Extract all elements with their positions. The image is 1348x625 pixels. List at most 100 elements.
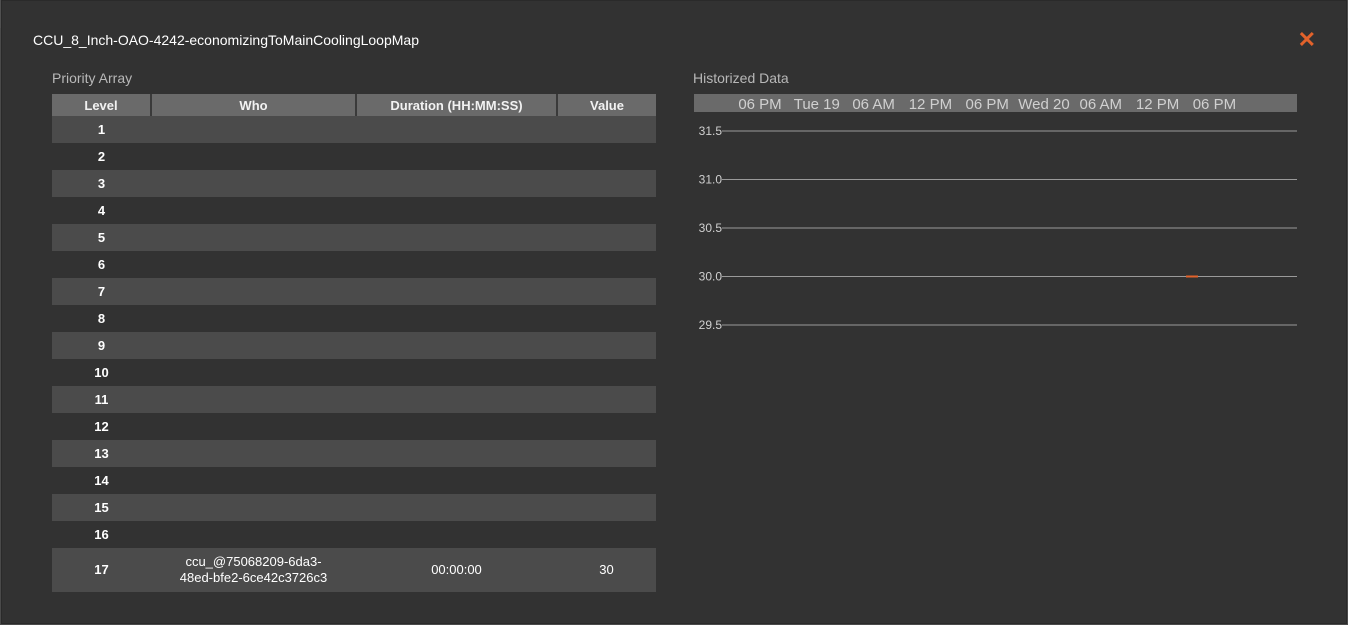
table-row: 8: [52, 305, 656, 332]
who-cell: ccu_@75068209-6da3-48ed-bfe2-6ce42c3726c…: [151, 548, 356, 592]
table-row: 1: [52, 116, 656, 143]
y-tick-label: 31.0: [699, 173, 723, 187]
level-cell: 12: [94, 419, 109, 434]
level-cell: 13: [52, 440, 151, 467]
close-icon[interactable]: ✕: [1298, 29, 1316, 51]
level-cell: 5: [52, 224, 151, 251]
duration-cell: [356, 332, 557, 359]
who-cell: [151, 386, 356, 413]
level-cell: 4: [97, 203, 106, 218]
x-tick-label: 06 PM: [738, 96, 781, 113]
historized-data-modal: CCU_8_Inch-OAO-4242-economizingToMainCoo…: [1, 0, 1347, 624]
table-row: 3: [52, 170, 656, 197]
table-row: 15: [52, 494, 656, 521]
who-cell: [151, 143, 356, 170]
duration-cell: [356, 413, 557, 440]
historized-data-heading: Historized Data: [693, 70, 789, 86]
table-row: 11: [52, 386, 656, 413]
x-tick-label: Tue 19: [794, 96, 840, 113]
who-cell: [151, 332, 356, 359]
level-cell: 1: [52, 116, 151, 143]
who-cell: [151, 413, 356, 440]
table-row: 12: [52, 413, 656, 440]
who-cell: [151, 440, 356, 467]
level-cell: 11: [52, 386, 151, 413]
value-cell: [557, 197, 656, 224]
duration-cell: [356, 143, 557, 170]
duration-cell: [356, 359, 557, 386]
x-tick-label: Wed 20: [1018, 96, 1069, 113]
who-cell: [151, 197, 356, 224]
table-header-row: Level Who Duration (HH:MM:SS) Value: [52, 94, 656, 116]
historized-data-chart: 06 PM Tue 19 06 AM 12 PM 06 PM Wed 20 06 AM 12 …: [694, 94, 1297, 332]
who-cell: [151, 170, 356, 197]
value-cell: [557, 224, 656, 251]
duration-cell: [356, 278, 557, 305]
y-tick-label: 29.5: [699, 318, 723, 332]
table-row: 16: [52, 521, 656, 548]
value-cell: [557, 467, 656, 494]
table-row: 4: [52, 197, 656, 224]
level-cell: 2: [97, 149, 106, 164]
table-row: 6: [52, 251, 656, 278]
level-cell: 3: [52, 170, 151, 197]
x-tick-label: 12 PM: [909, 96, 952, 113]
value-cell: [557, 305, 656, 332]
y-tick-label: 31.5: [699, 124, 723, 138]
who-cell: [151, 521, 356, 548]
level-cell: 16: [94, 527, 109, 542]
value-cell: [557, 332, 656, 359]
level-cell: 9: [52, 332, 151, 359]
duration-cell: [356, 251, 557, 278]
who-cell: [151, 359, 356, 386]
duration-cell: [356, 116, 557, 143]
level-cell: 14: [94, 473, 109, 488]
value-cell: [557, 386, 656, 413]
table-row: 10: [52, 359, 656, 386]
value-cell: [557, 440, 656, 467]
value-cell: [557, 170, 656, 197]
y-tick-label: 30.0: [699, 270, 723, 284]
x-tick-label: 12 PM: [1136, 96, 1179, 113]
duration-cell: [356, 224, 557, 251]
table-row: 13: [52, 440, 656, 467]
duration-cell: [356, 521, 557, 548]
value-cell: [557, 521, 656, 548]
value-cell: [557, 278, 656, 305]
level-cell: 10: [94, 365, 109, 380]
level-cell: 7: [52, 278, 151, 305]
value-cell: 30: [557, 548, 656, 592]
modal-title: CCU_8_Inch-OAO-4242-economizingToMainCoo…: [33, 32, 419, 48]
duration-cell: [356, 197, 557, 224]
x-tick-label: 06 PM: [966, 96, 1009, 113]
duration-cell: [356, 440, 557, 467]
value-cell: [557, 413, 656, 440]
value-cell: [557, 116, 656, 143]
duration-cell: 00:00:00: [356, 548, 557, 592]
duration-cell: [356, 170, 557, 197]
value-cell: [557, 143, 656, 170]
level-cell: 17: [52, 548, 151, 592]
who-cell: [151, 224, 356, 251]
column-header-duration: Duration (HH:MM:SS): [356, 94, 558, 116]
column-header-value: Value: [557, 94, 656, 116]
who-cell: [151, 494, 356, 521]
level-cell: 8: [97, 311, 106, 326]
x-tick-label: 06 AM: [1080, 96, 1123, 113]
table-row: 5: [52, 224, 656, 251]
duration-cell: [356, 494, 557, 521]
value-cell: [557, 251, 656, 278]
duration-cell: [356, 386, 557, 413]
priority-array-heading: Priority Array: [52, 70, 133, 86]
y-tick-label: 30.5: [699, 221, 723, 235]
duration-cell: [356, 467, 557, 494]
column-header-who: Who: [151, 94, 357, 116]
priority-array-table: Level Who Duration (HH:MM:SS) Value 1234…: [52, 94, 656, 592]
value-cell: [557, 494, 656, 521]
value-cell: [557, 359, 656, 386]
who-cell: [151, 305, 356, 332]
table-row: 7: [52, 278, 656, 305]
who-cell: [151, 251, 356, 278]
column-header-level: Level: [52, 94, 152, 116]
who-cell: [151, 467, 356, 494]
